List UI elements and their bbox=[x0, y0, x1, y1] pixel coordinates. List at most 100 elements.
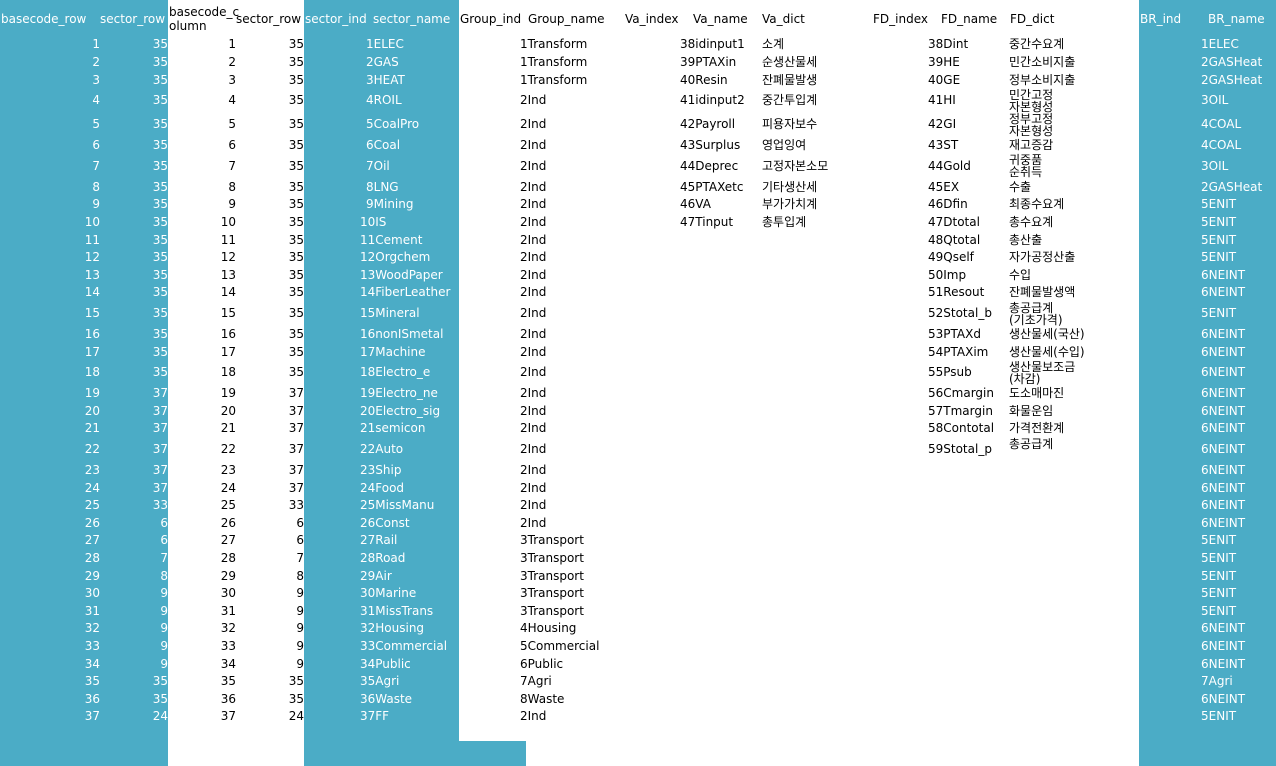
basecode-row-cell: 31 bbox=[84, 603, 100, 618]
va-name-cell bbox=[680, 552, 762, 565]
fd-dict-cell: 재고증감 bbox=[1009, 138, 1054, 153]
sector-name-cell: 34Public bbox=[360, 656, 411, 671]
va-dict-cell bbox=[762, 517, 872, 530]
va-dict-cell bbox=[762, 307, 872, 320]
va-dict-cell: 순생산물세 bbox=[762, 54, 818, 69]
fd-dict-cell: 수입 bbox=[1009, 267, 1032, 282]
group-name-cell: 4Housing bbox=[520, 621, 577, 636]
sector-row-cell: 9 bbox=[160, 638, 168, 653]
va-name-cell bbox=[680, 387, 762, 400]
br-name-cell: 7Agri bbox=[1201, 674, 1233, 689]
fd-dict-cell-line2: (기초가격) bbox=[1009, 312, 1063, 327]
fd-name-cell bbox=[928, 640, 1010, 653]
basecode-column-cell: 12 bbox=[220, 250, 236, 265]
basecode-row-cell: 7 bbox=[92, 158, 100, 173]
basecode-column-cell: 5 bbox=[228, 117, 236, 132]
sector-name-cell: 13WoodPaper bbox=[360, 267, 443, 282]
sector-row-2-cell: 35 bbox=[288, 691, 304, 706]
va-name-cell bbox=[680, 605, 762, 618]
fd-name-cell bbox=[928, 622, 1010, 635]
group-name-cell: 6Public bbox=[520, 656, 564, 671]
br-name-cell: 2GASHeat bbox=[1201, 54, 1263, 69]
header-fd-index: FD_index bbox=[873, 12, 928, 26]
header-basecode-row: basecode_row bbox=[1, 12, 87, 26]
br-name-cell: 6NEINT bbox=[1201, 462, 1246, 477]
sector-name-cell: 29Air bbox=[360, 568, 392, 583]
header-fd-dict: FD_dict bbox=[1010, 12, 1055, 26]
va-name-cell: 46VA bbox=[680, 197, 711, 212]
br-name-cell: 5ENIT bbox=[1201, 250, 1237, 265]
sector-name-cell: 1ELEC bbox=[366, 37, 404, 52]
br-name-cell: 6NEINT bbox=[1201, 638, 1246, 653]
basecode-column-cell: 13 bbox=[220, 267, 236, 282]
basecode-column-cell: 19 bbox=[220, 386, 236, 401]
group-name-cell: 2Ind bbox=[520, 421, 547, 436]
basecode-column-cell: 30 bbox=[220, 586, 236, 601]
sector-row-cell: 35 bbox=[152, 232, 168, 247]
basecode-row-cell: 9 bbox=[92, 197, 100, 212]
va-dict-cell bbox=[762, 464, 872, 477]
group-name-cell: 3Transport bbox=[520, 603, 584, 618]
sector-row-2-cell: 37 bbox=[288, 421, 304, 436]
basecode-column-cell: 25 bbox=[220, 498, 236, 513]
group-name-cell: 2Ind bbox=[520, 480, 547, 495]
sector-row-cell: 35 bbox=[152, 158, 168, 173]
basecode-row-cell: 32 bbox=[84, 621, 100, 636]
va-name-cell bbox=[680, 328, 762, 341]
br-name-cell: 5ENIT bbox=[1201, 232, 1237, 247]
va-name-cell: 47Tinput bbox=[680, 214, 734, 229]
sector-row-cell: 35 bbox=[152, 306, 168, 321]
sector-row-2-cell: 35 bbox=[288, 54, 304, 69]
sector-row-2-cell: 35 bbox=[288, 232, 304, 247]
fd-name-cell: 40GE bbox=[928, 72, 961, 87]
br-name-cell: 5ENIT bbox=[1201, 197, 1237, 212]
group-name-cell: 5Commercial bbox=[520, 638, 600, 653]
header-va-dict: Va_dict bbox=[762, 12, 805, 26]
basecode-row-cell: 20 bbox=[84, 403, 100, 418]
br-name-cell: 6NEINT bbox=[1201, 421, 1246, 436]
br-name-cell: 5ENIT bbox=[1201, 586, 1237, 601]
br-name-cell: 6NEINT bbox=[1201, 691, 1246, 706]
basecode-column-cell: 28 bbox=[220, 550, 236, 565]
basecode-row-cell: 35 bbox=[84, 674, 100, 689]
sector-row-cell: 35 bbox=[152, 37, 168, 52]
sector-row-2-cell: 35 bbox=[288, 214, 304, 229]
header-group-ind: Group_ind bbox=[460, 12, 522, 26]
header-basecode-column-line2: olumn bbox=[169, 19, 207, 33]
va-dict-cell bbox=[762, 328, 872, 341]
va-dict-cell: 중간투입계 bbox=[762, 93, 818, 108]
va-dict-cell bbox=[762, 499, 872, 512]
sector-row-cell: 37 bbox=[152, 403, 168, 418]
fd-name-cell bbox=[928, 464, 1010, 477]
fd-name-cell bbox=[928, 499, 1010, 512]
sector-row-2-cell: 37 bbox=[288, 442, 304, 457]
fd-name-cell: 46Dfin bbox=[928, 197, 968, 212]
va-name-cell bbox=[680, 482, 762, 495]
group-name-cell: 1Transform bbox=[520, 37, 588, 52]
basecode-row-cell: 5 bbox=[92, 117, 100, 132]
va-name-cell bbox=[680, 517, 762, 530]
fd-dict-cell: 생산물세(수입) bbox=[1009, 344, 1085, 359]
basecode-column-cell: 11 bbox=[220, 232, 236, 247]
fd-dict-cell: 화물운임 bbox=[1009, 403, 1054, 418]
group-name-cell: 3Transport bbox=[520, 533, 584, 548]
basecode-column-cell: 15 bbox=[220, 306, 236, 321]
sector-row-cell: 9 bbox=[160, 621, 168, 636]
va-dict-cell bbox=[762, 534, 872, 547]
fd-name-cell: 45EX bbox=[928, 179, 960, 194]
header-va-index: Va_index bbox=[625, 12, 679, 26]
sector-row-cell: 35 bbox=[152, 250, 168, 265]
fd-name-cell: 54PTAXim bbox=[928, 344, 989, 359]
fd-dict-cell: 중간수요계 bbox=[1009, 37, 1065, 52]
sector-row-2-cell: 6 bbox=[296, 533, 304, 548]
sector-name-cell: 5CoalPro bbox=[366, 117, 420, 132]
group-name-cell: 2Ind bbox=[520, 386, 547, 401]
sector-name-cell: 10IS bbox=[360, 214, 387, 229]
basecode-row-cell: 13 bbox=[84, 267, 100, 282]
basecode-column-cell: 21 bbox=[220, 421, 236, 436]
br-name-cell: 5ENIT bbox=[1201, 709, 1237, 724]
va-name-cell bbox=[680, 307, 762, 320]
br-name-cell: 2GASHeat bbox=[1201, 179, 1263, 194]
sector-row-cell: 35 bbox=[152, 72, 168, 87]
va-name-cell bbox=[680, 640, 762, 653]
